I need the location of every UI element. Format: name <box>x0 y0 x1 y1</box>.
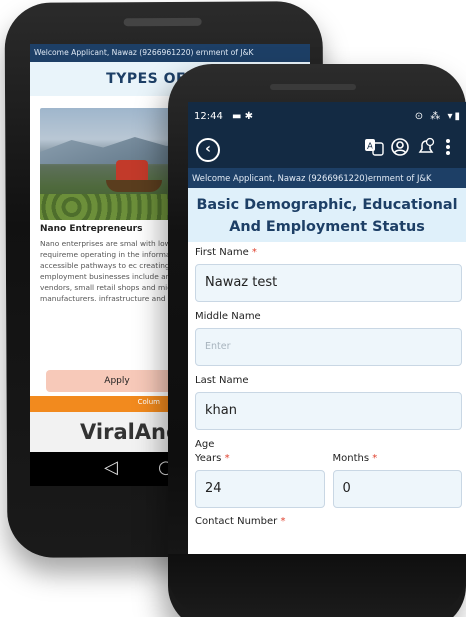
front-phone-speaker <box>270 84 356 90</box>
front-phone-screen: 12:44 ▬ ✱ ⊙ ⁂ ▾▮ ‹ A Welcome Applicant, … <box>188 102 466 554</box>
card-title: Nano Entrepreneurs <box>40 224 143 234</box>
last-name-input[interactable]: khan <box>195 392 462 430</box>
welcome-bar: Welcome Applicant, Nawaz (9266961220)ern… <box>188 168 466 188</box>
more-vert-icon[interactable] <box>443 137 453 161</box>
status-bar: 12:44 ▬ ✱ ⊙ ⁂ ▾▮ <box>188 102 466 132</box>
years-column: Years * 24 <box>195 452 325 508</box>
status-time: 12:44 <box>194 111 223 122</box>
contact-number-label: Contact Number * <box>195 516 286 527</box>
status-left-icons: ▬ ✱ <box>232 111 254 122</box>
middle-name-input[interactable]: Enter <box>195 328 462 366</box>
app-bar: ‹ A <box>188 132 466 168</box>
footer-text: Colum <box>137 398 160 406</box>
status-right-icons: ⊙ ⁂ ▾▮ <box>414 111 462 122</box>
middle-name-label: Middle Name <box>195 311 261 322</box>
months-input[interactable]: 0 <box>332 470 462 508</box>
front-phone-chin <box>168 554 466 617</box>
shikara-canopy <box>116 160 148 180</box>
first-name-input[interactable]: Nawaz test <box>195 264 462 302</box>
back-phone-speaker <box>123 17 202 27</box>
age-label: Age <box>195 439 215 450</box>
profile-icon[interactable] <box>390 137 410 161</box>
age-row: Years * 24 Months * 0 <box>195 452 462 508</box>
back-arrow-icon[interactable]: ‹ <box>196 138 220 162</box>
nav-back-icon[interactable]: ◁ <box>104 456 118 480</box>
apply-button[interactable]: Apply <box>46 370 188 392</box>
last-name-label: Last Name <box>195 375 249 386</box>
shikara-boat <box>106 180 162 192</box>
first-name-label: First Name * <box>195 247 257 258</box>
translate-icon[interactable]: A <box>364 137 384 161</box>
years-input[interactable]: 24 <box>195 470 325 508</box>
back-welcome-bar: Welcome Applicant, Nawaz (9266961220) er… <box>30 44 310 62</box>
months-column: Months * 0 <box>332 452 462 508</box>
mockup-stage: Welcome Applicant, Nawaz (9266961220) er… <box>0 0 466 617</box>
notification-clock-icon[interactable] <box>416 137 436 161</box>
demographic-form: First Name * Nawaz test Middle Name Ente… <box>188 246 466 527</box>
months-label: Months * <box>332 453 378 464</box>
years-label: Years * <box>195 453 230 464</box>
section-title: Basic Demographic, Educational And Emplo… <box>188 188 466 242</box>
